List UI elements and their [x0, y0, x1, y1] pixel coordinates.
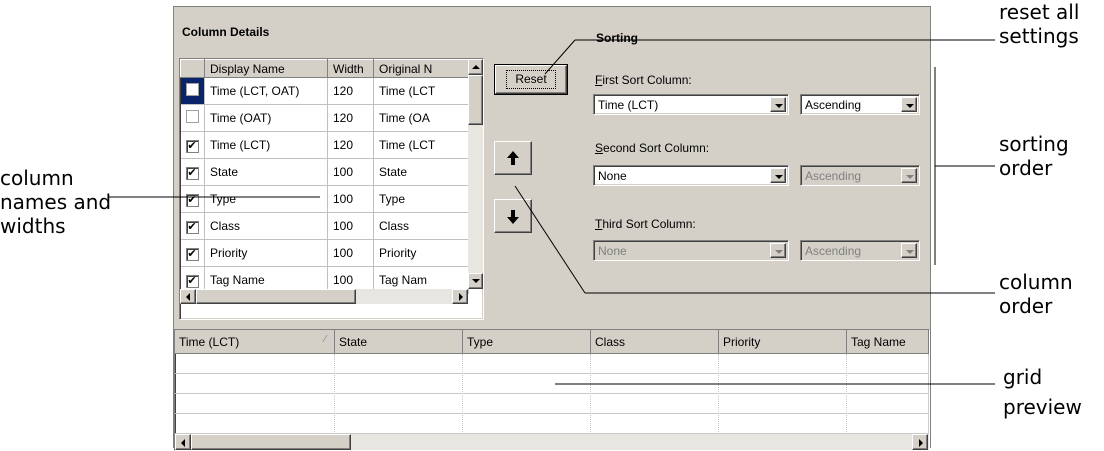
callout-leader-lines — [108, 39, 995, 385]
